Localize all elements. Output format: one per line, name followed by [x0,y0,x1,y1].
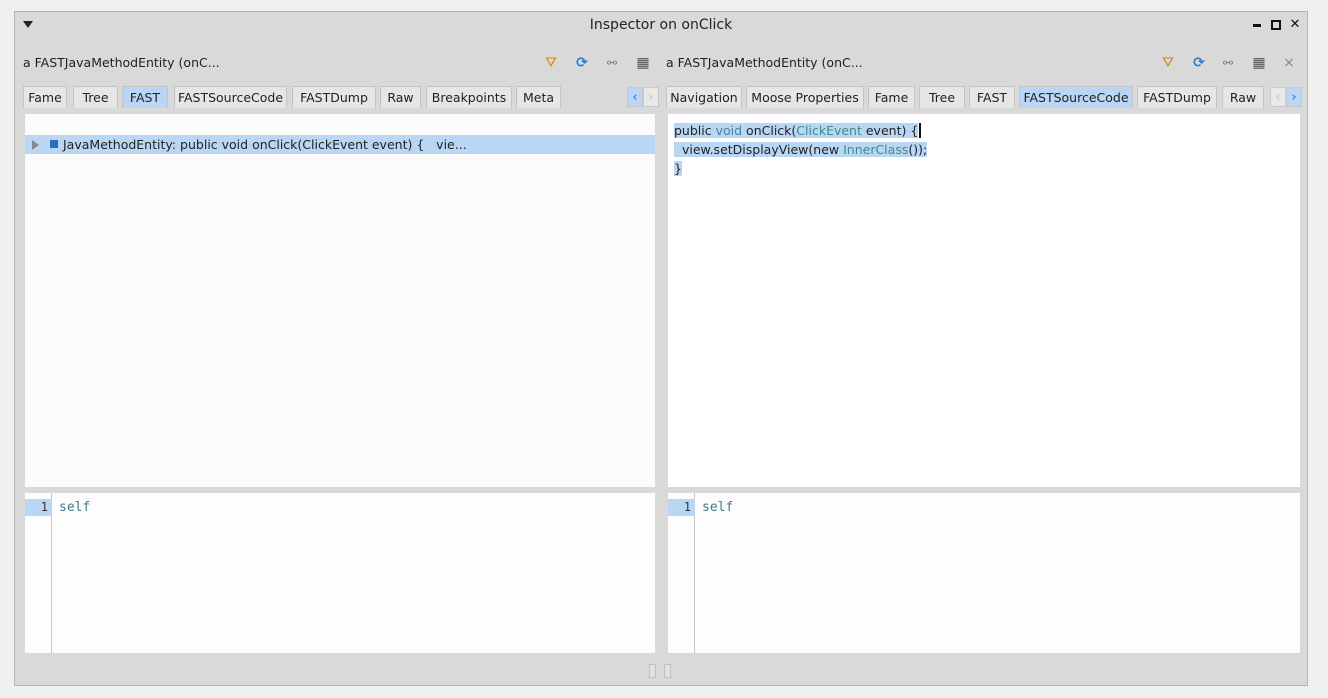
tab-raw[interactable]: Raw [1222,86,1264,108]
node-square-icon [50,140,58,148]
left-evaluator[interactable]: 1 self [25,493,655,653]
close-pane-icon[interactable]: × [1280,54,1298,72]
code-token: void [715,123,743,138]
inspector-window: Inspector on onClick ✕ a FASTJavaMethodE… [14,11,1308,686]
tab-breakpoints[interactable]: Breakpoints [426,86,512,108]
right-inspector-pane: a FASTJavaMethodEntity (onC... ⛛ ⟳ ⚯ ▦ ×… [666,50,1302,655]
code-token: } [674,161,682,176]
code-token: public [674,123,712,138]
tab-fastdump[interactable]: FASTDump [1137,86,1217,108]
source-code[interactable]: public void onClick(ClickEvent event) { … [674,121,928,178]
code-token: onClick( [746,123,797,138]
tab-scroll-left-icon[interactable]: ‹ [627,87,643,107]
tree-row[interactable]: JavaMethodEntity: public void onClick(Cl… [25,135,655,154]
refresh-icon[interactable]: ⟳ [573,54,591,72]
code-token: InnerClass [843,142,909,157]
tab-fastsourcecode[interactable]: FASTSourceCode [174,86,287,108]
code-line-1: public void onClick(ClickEvent event) { [674,121,927,140]
inspect-glasses-icon[interactable]: ⚯ [603,54,621,72]
text-caret [919,123,922,138]
code-line-3: } [674,159,927,178]
code-token: ()); [908,142,928,157]
tab-fastsourcecode[interactable]: FASTSourceCode [1019,86,1133,108]
left-object-title: a FASTJavaMethodEntity (onC... [23,55,220,70]
tab-scroll-right-icon[interactable]: › [643,87,659,107]
right-object-title: a FASTJavaMethodEntity (onC... [666,55,863,70]
refresh-icon[interactable]: ⟳ [1190,54,1208,72]
tab-raw[interactable]: Raw [380,86,421,108]
line-gutter: 1 [25,493,52,653]
pane-indicator-right[interactable] [664,664,671,678]
tab-tree[interactable]: Tree [919,86,965,108]
tab-moose-properties[interactable]: Moose Properties [746,86,864,108]
tab-scroll-left-icon[interactable]: ‹ [1270,87,1286,107]
left-inspector-pane: a FASTJavaMethodEntity (onC... ⛛ ⟳ ⚯ ▦ F… [23,50,659,655]
right-evaluator[interactable]: 1 self [668,493,1300,653]
evaluator-code[interactable]: self [702,500,733,515]
tab-navigation[interactable]: Navigation [666,86,742,108]
code-token: event) { [861,123,919,138]
browse-icon[interactable]: ▦ [634,54,652,72]
minimize-icon[interactable] [1252,19,1264,31]
filter-icon[interactable]: ⛛ [542,54,560,72]
maximize-icon[interactable] [1270,19,1282,31]
tree-row-label: JavaMethodEntity: public void onClick(Cl… [63,137,467,152]
code-token: view.setDisplayView(new [674,142,844,157]
fast-tree-view[interactable]: JavaMethodEntity: public void onClick(Cl… [25,114,655,487]
browse-icon[interactable]: ▦ [1250,54,1268,72]
inspect-glasses-icon[interactable]: ⚯ [1219,54,1237,72]
tab-fast[interactable]: FAST [122,86,168,108]
close-window-icon[interactable]: ✕ [1289,18,1301,31]
pane-navigation-bar [15,655,1307,685]
pane-indicator-left[interactable] [649,664,656,678]
left-tab-bar: Fame Tree FAST FASTSourceCode FASTDump R… [23,86,659,110]
tab-fame[interactable]: Fame [868,86,915,108]
code-token: ClickEvent [796,123,862,138]
window-title: Inspector on onClick [589,17,733,33]
right-pane-header: a FASTJavaMethodEntity (onC... ⛛ ⟳ ⚯ ▦ × [666,50,1301,78]
tab-tree[interactable]: Tree [73,86,118,108]
evaluator-code[interactable]: self [59,500,90,515]
tab-fastdump[interactable]: FASTDump [292,86,376,108]
line-gutter: 1 [668,493,695,653]
line-number: 1 [25,499,52,516]
tab-fame[interactable]: Fame [23,86,67,108]
source-code-view[interactable]: public void onClick(ClickEvent event) { … [668,114,1300,487]
tab-meta[interactable]: Meta [516,86,561,108]
tab-scroll-right-icon[interactable]: › [1286,87,1302,107]
right-tab-bar: Navigation Moose Properties Fame Tree FA… [666,86,1302,110]
code-line-2: view.setDisplayView(new InnerClass()); [674,140,928,159]
left-pane-header: a FASTJavaMethodEntity (onC... ⛛ ⟳ ⚯ ▦ [23,50,657,78]
expand-arrow-icon[interactable] [32,140,39,150]
tab-fast[interactable]: FAST [969,86,1015,108]
filter-icon[interactable]: ⛛ [1159,54,1177,72]
title-bar: Inspector on onClick ✕ [15,12,1307,38]
line-number: 1 [668,499,695,516]
